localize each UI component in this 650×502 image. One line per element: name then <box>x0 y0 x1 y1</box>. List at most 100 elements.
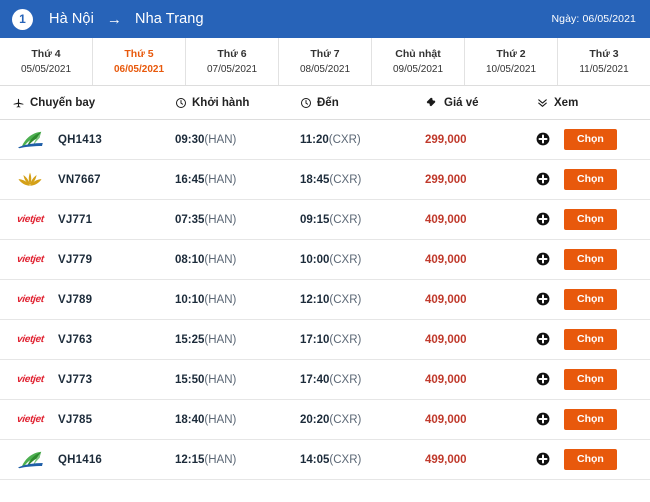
vietjet-logo-icon: vietjet <box>16 214 44 225</box>
choose-flight-button[interactable]: Chọn <box>564 168 617 191</box>
choose-flight-button[interactable]: Chọn <box>564 128 617 151</box>
choose-flight-button[interactable]: Chọn <box>564 328 617 351</box>
flight-row[interactable]: vietjet VJ771 07:35(HAN) 09:15(CXR) 409,000 C… <box>0 200 650 240</box>
date-tab-date: 09/05/2021 <box>392 64 444 75</box>
arrival-airport: (CXR) <box>329 173 362 186</box>
route-origin: Hà Nội <box>49 11 94 27</box>
departure-airport: (HAN) <box>204 333 237 346</box>
flight-row[interactable]: vietjet VJ773 15:50(HAN) 17:40(CXR) 409,000 C… <box>0 360 650 400</box>
plus-circle-icon[interactable] <box>536 452 550 466</box>
flight-cell: vietjet VJ779 <box>0 248 175 272</box>
choose-flight-button[interactable]: Chọn <box>564 248 617 271</box>
date-tab-10-05-2021[interactable]: Thứ 2 10/05/2021 <box>465 38 558 85</box>
ticket-price: 499,000 <box>425 453 467 466</box>
departure-cell: 18:40(HAN) <box>175 414 300 426</box>
flight-cell: vietjet VJ785 <box>0 408 175 432</box>
date-tab-08-05-2021[interactable]: Thứ 7 08/05/2021 <box>279 38 372 85</box>
actions-cell: Chọn <box>530 288 650 311</box>
choose-flight-button[interactable]: Chọn <box>564 368 617 391</box>
clock-icon <box>175 97 187 109</box>
flight-row[interactable]: VN7667 16:45(HAN) 18:45(CXR) 299,000 Chọn <box>0 160 650 200</box>
plus-circle-icon[interactable] <box>536 172 550 186</box>
arrival-cell: 12:10(CXR) <box>300 294 425 306</box>
arrival-airport: (CXR) <box>329 373 362 386</box>
arrival-cell: 17:40(CXR) <box>300 374 425 386</box>
actions-cell: Chọn <box>530 368 650 391</box>
date-tab-weekday: Thứ 3 <box>589 48 619 60</box>
column-header-view-label: Xem <box>554 96 579 109</box>
plus-circle-icon[interactable] <box>536 332 550 346</box>
flight-row[interactable]: QH1413 09:30(HAN) 11:20(CXR) 299,000 Chọn <box>0 120 650 160</box>
departure-time: 18:40 <box>175 413 205 426</box>
column-header-arrival: Đến <box>300 97 425 109</box>
ticket-icon <box>425 96 439 110</box>
double-chevron-down-icon <box>536 96 549 109</box>
plus-circle-icon[interactable] <box>536 252 550 266</box>
departure-airport: (HAN) <box>204 373 237 386</box>
departure-time: 12:15 <box>175 453 205 466</box>
ticket-price: 409,000 <box>425 373 467 386</box>
price-cell: 409,000 <box>425 334 530 346</box>
date-tab-strip: Thứ 4 05/05/2021 Thứ 5 06/05/2021 Thứ 6 07/05… <box>0 38 650 86</box>
column-header-price-label: Giá vé <box>444 96 479 109</box>
flight-row[interactable]: vietjet VJ785 18:40(HAN) 20:20(CXR) 409,000 C… <box>0 400 650 440</box>
arrival-cell: 14:05(CXR) <box>300 454 425 466</box>
arrival-time: 12:10 <box>300 293 330 306</box>
price-cell: 409,000 <box>425 294 530 306</box>
arrival-cell: 10:00(CXR) <box>300 254 425 266</box>
departure-time: 09:30 <box>175 133 205 146</box>
ticket-price: 409,000 <box>425 253 467 266</box>
plus-circle-icon[interactable] <box>536 372 550 386</box>
date-tab-05-05-2021[interactable]: Thứ 4 05/05/2021 <box>0 38 93 85</box>
date-tab-weekday: Chủ nhật <box>395 48 441 60</box>
plus-circle-icon[interactable] <box>536 212 550 226</box>
date-tab-07-05-2021[interactable]: Thứ 6 07/05/2021 <box>186 38 279 85</box>
plus-circle-icon[interactable] <box>536 132 550 146</box>
departure-cell: 10:10(HAN) <box>175 294 300 306</box>
arrival-airport: (CXR) <box>329 453 362 466</box>
choose-flight-button[interactable]: Chọn <box>564 408 617 431</box>
flight-row[interactable]: vietjet VJ763 15:25(HAN) 17:10(CXR) 409,000 C… <box>0 320 650 360</box>
departure-airport: (HAN) <box>204 253 237 266</box>
choose-flight-button[interactable]: Chọn <box>564 208 617 231</box>
choose-flight-button[interactable]: Chọn <box>564 448 617 471</box>
column-header-departure-label: Khởi hành <box>192 96 250 109</box>
date-tab-09-05-2021[interactable]: Chủ nhật 09/05/2021 <box>372 38 465 85</box>
arrival-cell: 09:15(CXR) <box>300 214 425 226</box>
date-tab-date: 11/05/2021 <box>579 64 629 75</box>
results-column-headers: Chuyến bay Khởi hành Đến Giá vé Xem <box>0 86 650 120</box>
flight-cell: VN7667 <box>0 168 175 192</box>
vietjet-logo-icon: vietjet <box>16 334 44 345</box>
departure-time: 08:10 <box>175 253 205 266</box>
arrival-cell: 17:10(CXR) <box>300 334 425 346</box>
price-cell: 299,000 <box>425 174 530 186</box>
date-tab-06-05-2021[interactable]: Thứ 5 06/05/2021 <box>93 38 186 85</box>
departure-airport: (HAN) <box>204 453 237 466</box>
arrow-right-icon: → <box>106 10 123 28</box>
departure-time: 16:45 <box>175 173 205 186</box>
flight-results-page: 1 Hà Nội → Nha Trang Ngày: 06/05/2021 Th… <box>0 0 650 502</box>
arrival-cell: 18:45(CXR) <box>300 174 425 186</box>
choose-flight-button[interactable]: Chọn <box>564 288 617 311</box>
vietjet-logo-icon: vietjet <box>16 374 44 385</box>
route-destination: Nha Trang <box>135 11 204 27</box>
date-tab-date: 08/05/2021 <box>299 64 351 75</box>
flight-code: QH1416 <box>58 453 103 466</box>
departure-airport: (HAN) <box>204 133 237 146</box>
flight-row[interactable]: QH1416 12:15(HAN) 14:05(CXR) 499,000 Chọn <box>0 440 650 480</box>
arrival-cell: 20:20(CXR) <box>300 414 425 426</box>
flight-row[interactable]: vietjet VJ779 08:10(HAN) 10:00(CXR) 409,000 C… <box>0 240 650 280</box>
departure-time: 15:25 <box>175 333 205 346</box>
plus-circle-icon[interactable] <box>536 292 550 306</box>
flight-row[interactable]: vietjet VJ789 10:10(HAN) 12:10(CXR) 409,000 C… <box>0 280 650 320</box>
plus-circle-icon[interactable] <box>536 412 550 426</box>
column-header-arrival-label: Đến <box>317 96 339 109</box>
date-tab-weekday: Thứ 5 <box>124 48 154 60</box>
arrival-time: 17:10 <box>300 333 330 346</box>
date-tab-date: 07/05/2021 <box>206 64 258 75</box>
date-tab-weekday: Thứ 2 <box>496 48 526 60</box>
date-tab-date: 05/05/2021 <box>20 64 72 75</box>
departure-cell: 08:10(HAN) <box>175 254 300 266</box>
date-tab-11-05-2021[interactable]: Thứ 3 11/05/2021 <box>558 38 650 85</box>
flight-code: QH1413 <box>58 133 103 146</box>
